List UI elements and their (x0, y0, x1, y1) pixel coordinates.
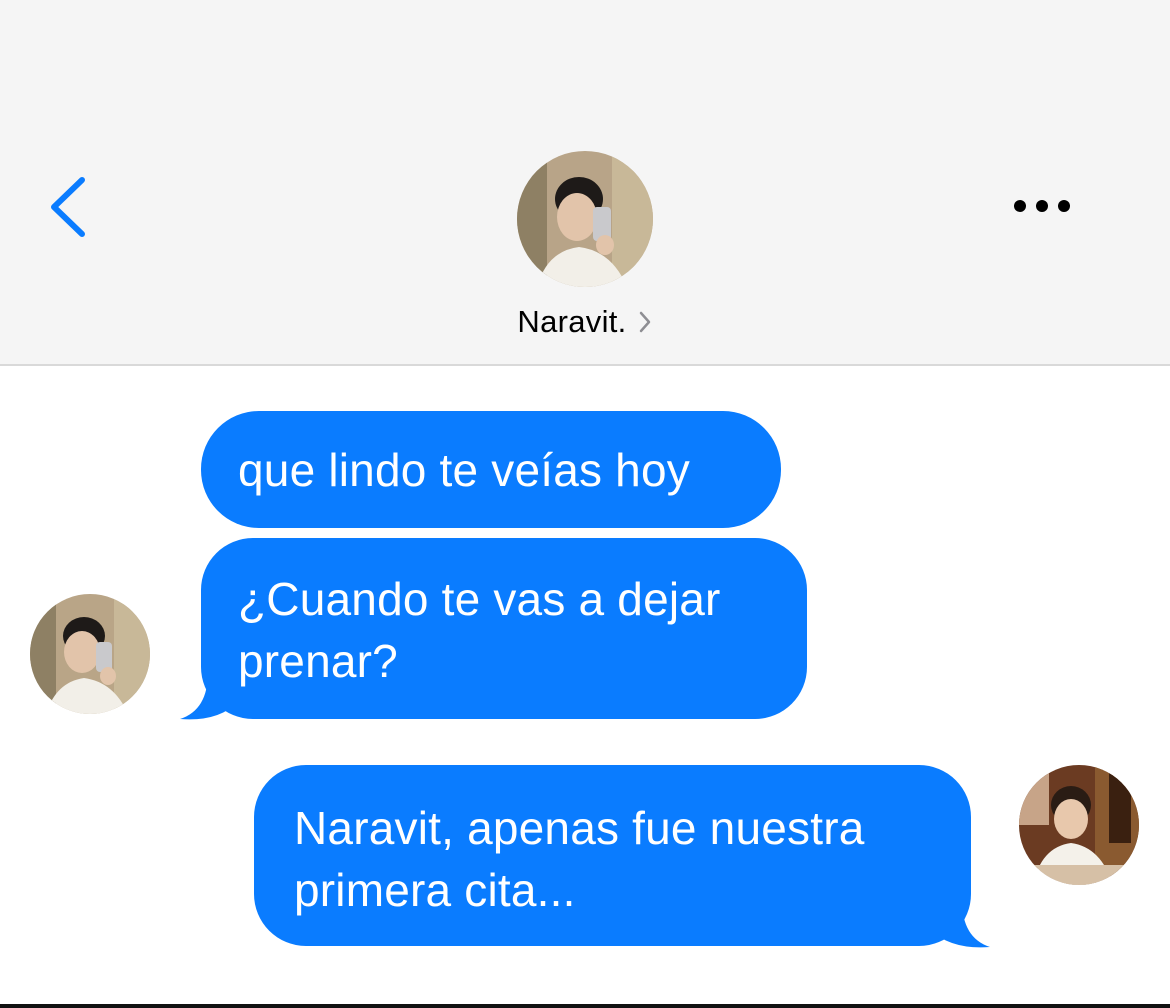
more-options-button[interactable] (1000, 186, 1090, 226)
conversation-header: Naravit. (0, 0, 1170, 366)
message-bubble-incoming[interactable]: ¿Cuando te vas a dejar prenar? (201, 538, 807, 719)
contact-photo (30, 594, 150, 714)
contact-info-link[interactable]: Naravit. (0, 300, 1170, 344)
back-button[interactable] (40, 170, 100, 244)
bubble-tail (930, 900, 990, 948)
message-bubble-incoming[interactable]: que lindo te veías hoy (201, 411, 781, 528)
user-photo (1019, 765, 1139, 885)
contact-avatar-small[interactable] (30, 594, 150, 714)
message-bubble-outgoing[interactable]: Naravit, apenas fue nuestra primera cita… (254, 765, 971, 946)
contact-avatar[interactable] (517, 151, 653, 287)
chevron-right-icon (639, 311, 650, 333)
bottom-divider (0, 1004, 1170, 1008)
more-horizontal-icon (1014, 200, 1070, 212)
my-avatar[interactable] (1019, 765, 1139, 885)
contact-name: Naravit. (517, 304, 627, 339)
contact-photo (517, 151, 653, 287)
bubble-tail (180, 672, 238, 720)
chevron-left-icon (51, 177, 85, 237)
